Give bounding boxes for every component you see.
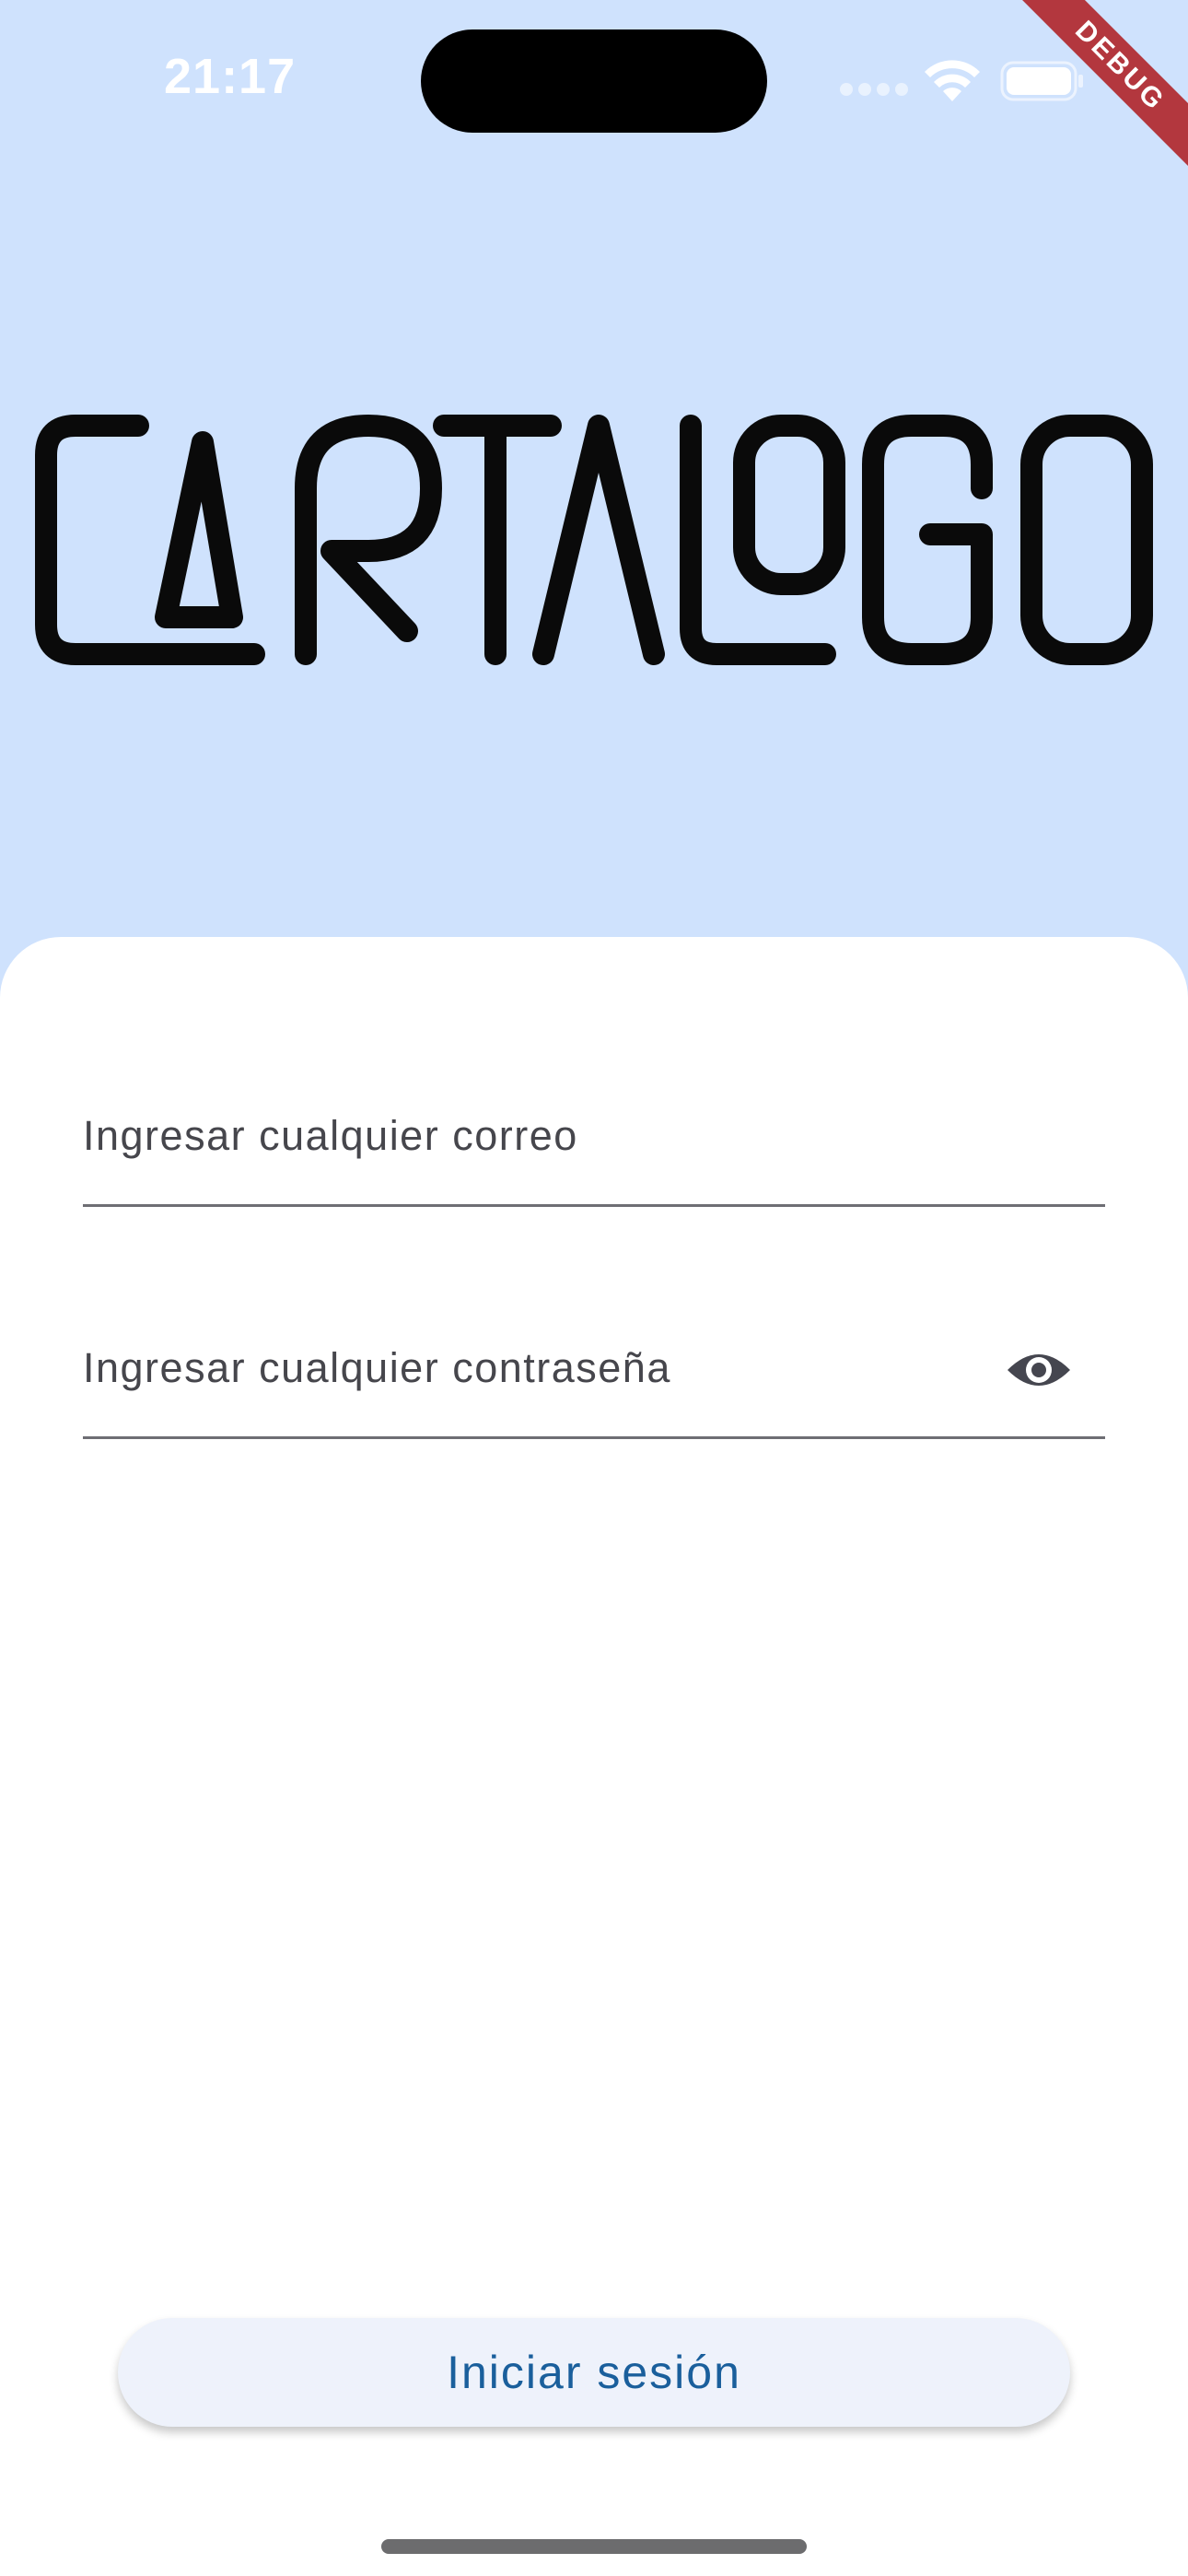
login-button[interactable]: Iniciar sesión	[118, 2318, 1070, 2427]
home-indicator[interactable]	[381, 2539, 807, 2554]
email-placeholder: Ingresar cualquier correo	[83, 1112, 578, 1159]
debug-banner-label: DEBUG	[1004, 0, 1188, 184]
password-field[interactable]: Ingresar cualquier contraseña	[83, 1326, 1105, 1439]
signal-icon	[840, 83, 914, 100]
dynamic-island	[421, 29, 767, 133]
email-field[interactable]: Ingresar cualquier correo	[83, 1094, 1105, 1207]
debug-banner: DEBUG	[1004, 0, 1188, 184]
wifi-icon	[925, 60, 980, 101]
eye-icon[interactable]	[1006, 1346, 1072, 1394]
cartalogo-logo	[35, 415, 1153, 665]
status-time: 21:17	[164, 49, 297, 104]
password-placeholder: Ingresar cualquier contraseña	[83, 1344, 671, 1391]
